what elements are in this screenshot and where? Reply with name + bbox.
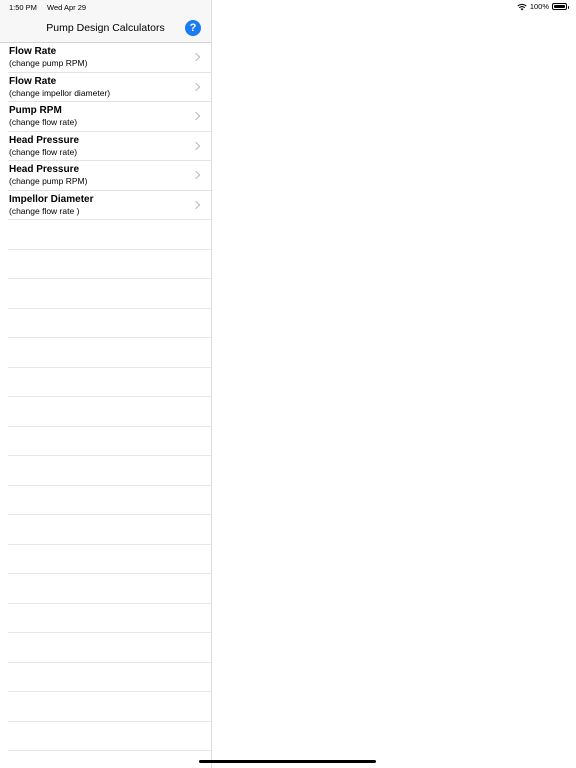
chevron-right-icon [191, 52, 201, 62]
list-item-subtitle: (change flow rate) [9, 117, 78, 127]
list-item-title: Flow Rate [9, 46, 57, 57]
list-item-pump-rpm[interactable]: Pump RPM (change flow rate) [8, 102, 211, 132]
status-indicators: 100% [517, 2, 569, 11]
screen: Pump Design Calculators ? Flow Rate (cha… [0, 0, 576, 768]
chevron-right-icon [191, 141, 201, 150]
chevron-right-icon [191, 111, 201, 121]
status-time: 1:50 PM [9, 3, 37, 12]
list-item-title: Head Pressure [9, 134, 80, 146]
empty-row [8, 456, 211, 486]
empty-row [8, 486, 211, 515]
list-item-subtitle: (change pump RPM) [9, 176, 88, 186]
list-item-subtitle: (change flow rate ) [9, 205, 80, 216]
chevron-right-icon [191, 170, 201, 180]
list-item-subtitle: (change pump RPM) [9, 58, 88, 68]
empty-list-area [0, 220, 211, 751]
battery-percent: 100% [529, 2, 549, 11]
list-item-title: Head Pressure [9, 164, 80, 175]
empty-row [8, 250, 211, 279]
list-item-title: Impellor Diameter [9, 193, 94, 205]
chevron-right-icon [191, 200, 201, 209]
empty-row [8, 604, 211, 633]
calculator-list: Flow Rate (change pump RPM) Flow Rate (c… [0, 43, 211, 751]
home-indicator[interactable] [199, 760, 376, 763]
master-pane: Pump Design Calculators ? Flow Rate (cha… [0, 0, 212, 768]
status-time-date: 1:50 PM Wed Apr 29 [9, 3, 86, 12]
list-item-impellor-diameter[interactable]: Impellor Diameter (change flow rate ) [8, 191, 211, 220]
list-item-flow-rate-diameter[interactable]: Flow Rate (change impellor diameter) [8, 73, 211, 102]
empty-row [8, 545, 211, 574]
status-date: Wed Apr 29 [47, 3, 87, 12]
status-bar: 1:50 PM Wed Apr 29 100% [0, 0, 576, 14]
empty-row [8, 574, 211, 604]
empty-row [8, 279, 211, 309]
empty-row [8, 368, 211, 397]
empty-row [8, 397, 211, 427]
battery-icon [552, 3, 569, 10]
empty-row [8, 220, 211, 250]
empty-row [8, 427, 211, 456]
list-item-title: Pump RPM [9, 105, 62, 116]
empty-row [8, 722, 211, 751]
list-item-head-pressure-flow[interactable]: Head Pressure (change flow rate) [8, 132, 211, 161]
help-button[interactable]: ? [185, 20, 201, 36]
empty-row [8, 309, 211, 338]
empty-row [8, 692, 211, 722]
list-item-flow-rate-rpm[interactable]: Flow Rate (change pump RPM) [8, 43, 211, 73]
list-item-head-pressure-rpm[interactable]: Head Pressure (change pump RPM) [8, 161, 211, 191]
empty-row [8, 633, 211, 663]
empty-row [8, 663, 211, 692]
list-item-subtitle: (change impellor diameter) [9, 87, 111, 98]
list-item-subtitle: (change flow rate) [9, 146, 78, 157]
wifi-icon [517, 3, 527, 10]
page-title: Pump Design Calculators [46, 22, 165, 34]
chevron-right-icon [191, 82, 201, 91]
empty-row [8, 515, 211, 545]
empty-row [8, 338, 211, 368]
battery-level [554, 5, 565, 8]
list-item-title: Flow Rate [9, 75, 57, 87]
